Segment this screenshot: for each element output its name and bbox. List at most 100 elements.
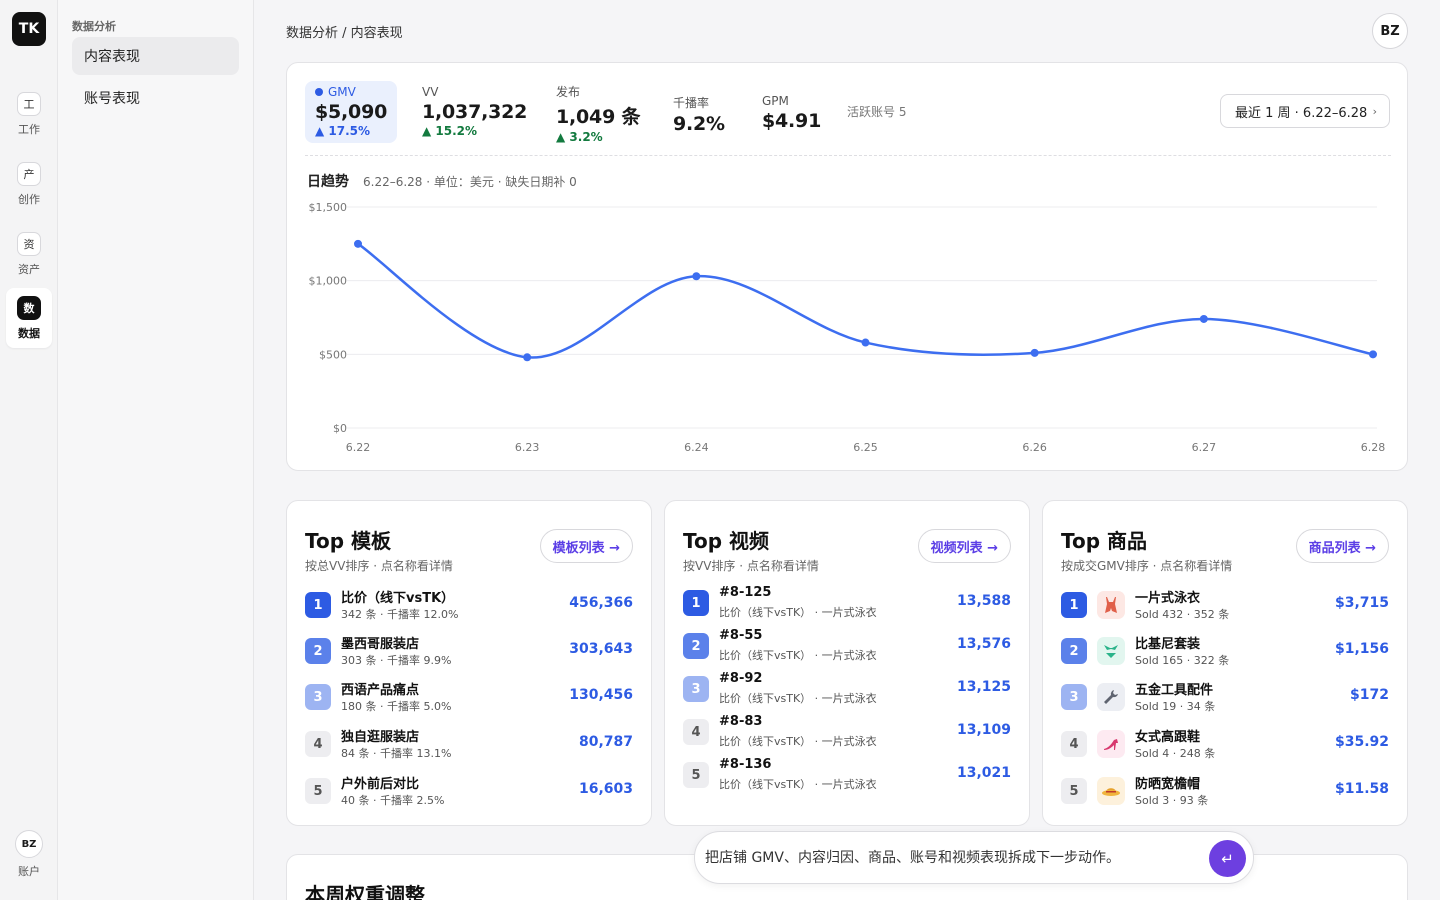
item-name[interactable]: #8-83 [719, 714, 762, 729]
item-name[interactable]: #8-55 [719, 628, 762, 643]
item-name[interactable]: 比价（线下vsTK） [341, 587, 454, 606]
ask-input[interactable] [705, 846, 1195, 870]
rail-account[interactable]: BZ 账户 [6, 830, 52, 886]
rail-label: 账户 [18, 865, 40, 878]
kpi-value: 1,037,322 [422, 101, 528, 123]
item-value: $35.92 [1334, 734, 1389, 750]
item-name[interactable]: 五金工具配件 [1135, 679, 1213, 698]
card-title: Top 视频 [683, 529, 770, 553]
bikini-icon [1097, 637, 1125, 665]
rank-badge: 4 [683, 719, 709, 745]
active-accounts: 活跃账号 5 [847, 105, 907, 119]
item-meta: 303 条 · 千播率 9.9% [341, 654, 452, 667]
rank-badge: 4 [305, 731, 331, 757]
send-button[interactable]: ↵ [1209, 840, 1246, 877]
x-tick-label: 6.26 [1022, 441, 1047, 454]
list-item[interactable]: 1 比价（线下vsTK） 342 条 · 千播率 12.0% 456,366 [305, 585, 633, 625]
card-subtitle: 按成交GMV排序 · 点名称看详情 [1061, 559, 1233, 573]
item-value: $172 [1350, 687, 1389, 703]
item-meta: Sold 3 · 93 条 [1135, 794, 1209, 807]
sidebar-item-content-performance[interactable]: 内容表现 [72, 37, 239, 75]
y-tick-label: $0 [333, 422, 347, 435]
item-value: 130,456 [569, 687, 633, 703]
item-name[interactable]: #8-136 [719, 757, 771, 772]
metrics-card: GMV $5,090 ▲ 17.5% VV 1,037,322 ▲ 15.2% … [286, 62, 1408, 471]
item-value: 80,787 [578, 734, 633, 750]
rail-item-work[interactable]: 工 工作 [6, 84, 52, 144]
rail-item-assets[interactable]: 资 资产 [6, 224, 52, 284]
list-item[interactable]: 3 西语产品痛点 180 条 · 千播率 5.0% 130,456 [305, 677, 633, 717]
list-item[interactable]: 5 #8-136 比价（线下vsTK） · 一片式泳衣 13,021 [683, 755, 1011, 795]
section-title: 本周权重调整 [305, 883, 425, 900]
item-value: $11.58 [1334, 781, 1389, 797]
item-meta: 180 条 · 千播率 5.0% [341, 700, 452, 713]
kpi-vv[interactable]: VV 1,037,322 ▲ 15.2% [412, 81, 537, 141]
y-tick-label: $500 [319, 348, 347, 361]
item-value: 456,366 [569, 595, 633, 611]
rank-badge: 2 [305, 638, 331, 664]
item-name[interactable]: 一片式泳衣 [1135, 587, 1200, 606]
rank-badge: 2 [1061, 638, 1087, 664]
list-item[interactable]: 1 #8-125 比价（线下vsTK） · 一片式泳衣 13,588 [683, 583, 1011, 623]
item-name[interactable]: 独自逛服装店 [341, 726, 419, 745]
data-point [1030, 348, 1039, 357]
item-value: 13,588 [956, 593, 1011, 609]
high-heel-icon [1097, 730, 1125, 758]
kpi-posts[interactable]: 发布 1,049 条 ▲ 3.2% [546, 79, 650, 144]
x-tick-label: 6.22 [346, 441, 371, 454]
item-name[interactable]: 户外前后对比 [341, 773, 419, 792]
kpi-gpm[interactable]: GPM $4.91 [752, 90, 831, 150]
kpi-label: VV [422, 85, 439, 99]
rail-label: 资产 [18, 263, 40, 276]
chart-title: 日趋势 [307, 174, 349, 190]
y-tick-label: $1,000 [309, 275, 348, 288]
list-item[interactable]: 4 女式高跟鞋 Sold 4 · 248 条 $35.92 [1061, 724, 1389, 764]
item-name[interactable]: 女式高跟鞋 [1135, 726, 1200, 745]
item-name[interactable]: #8-125 [719, 585, 771, 600]
data-point [354, 239, 362, 248]
kpi-play-rate[interactable]: 千播率 9.2% [663, 90, 735, 150]
enter-icon: ↵ [1221, 849, 1234, 868]
item-meta: 342 条 · 千播率 12.0% [341, 608, 459, 621]
item-meta: Sold 432 · 352 条 [1135, 608, 1230, 621]
breadcrumb: 数据分析 / 内容表现 [286, 26, 403, 41]
sidebar-item-account-performance[interactable]: 账号表现 [72, 79, 239, 117]
kpi-value: $5,090 [315, 101, 388, 123]
item-name[interactable]: 墨西哥服装店 [341, 633, 419, 652]
item-name[interactable]: 防晒宽檐帽 [1135, 773, 1200, 792]
kpi-gmv[interactable]: GMV $5,090 ▲ 17.5% [305, 81, 398, 143]
app-logo[interactable]: TK [12, 12, 46, 46]
rail-item-create[interactable]: 产 创作 [6, 154, 52, 214]
item-name[interactable]: #8-92 [719, 671, 762, 686]
item-meta: Sold 4 · 248 条 [1135, 747, 1216, 760]
date-range-select[interactable]: 最近 1 周 · 6.22–6.28 › [1220, 94, 1390, 128]
list-item[interactable]: 3 五金工具配件 Sold 19 · 34 条 $172 [1061, 677, 1389, 717]
date-range-label: 最近 1 周 · 6.22–6.28 [1235, 105, 1368, 121]
video-list-button[interactable]: 视频列表 → [917, 529, 1011, 563]
item-meta: 比价（线下vsTK） · 一片式泳衣 [719, 606, 877, 619]
item-name[interactable]: 西语产品痛点 [341, 679, 419, 698]
list-item[interactable]: 4 独自逛服装店 84 条 · 千播率 13.1% 80,787 [305, 724, 633, 764]
sun-hat-icon [1097, 777, 1125, 805]
template-list-button[interactable]: 模板列表 → [539, 529, 633, 563]
list-item[interactable]: 4 #8-83 比价（线下vsTK） · 一片式泳衣 13,109 [683, 712, 1011, 752]
item-value: 13,576 [956, 636, 1011, 652]
item-value: 13,021 [956, 765, 1011, 781]
user-avatar[interactable]: BZ [1372, 13, 1408, 49]
card-subtitle: 按VV排序 · 点名称看详情 [683, 559, 819, 573]
item-meta: Sold 19 · 34 条 [1135, 700, 1216, 713]
create-icon: 产 [17, 162, 41, 186]
item-value: $3,715 [1334, 595, 1389, 611]
list-item[interactable]: 5 户外前后对比 40 条 · 千播率 2.5% 16,603 [305, 771, 633, 811]
data-point [861, 338, 870, 347]
rail-item-data[interactable]: 数 数据 [6, 288, 52, 348]
list-item[interactable]: 2 墨西哥服装店 303 条 · 千播率 9.9% 303,643 [305, 631, 633, 671]
list-item[interactable]: 2 #8-55 比价（线下vsTK） · 一片式泳衣 13,576 [683, 626, 1011, 666]
item-value: 303,643 [569, 641, 633, 657]
list-item[interactable]: 5 防晒宽檐帽 Sold 3 · 93 条 $11.58 [1061, 771, 1389, 811]
product-list-button[interactable]: 商品列表 → [1295, 529, 1389, 563]
list-item[interactable]: 2 比基尼套装 Sold 165 · 322 条 $1,156 [1061, 631, 1389, 671]
list-item[interactable]: 3 #8-92 比价（线下vsTK） · 一片式泳衣 13,125 [683, 669, 1011, 709]
item-name[interactable]: 比基尼套装 [1135, 633, 1200, 652]
list-item[interactable]: 1 一片式泳衣 Sold 432 · 352 条 $3,715 [1061, 585, 1389, 625]
